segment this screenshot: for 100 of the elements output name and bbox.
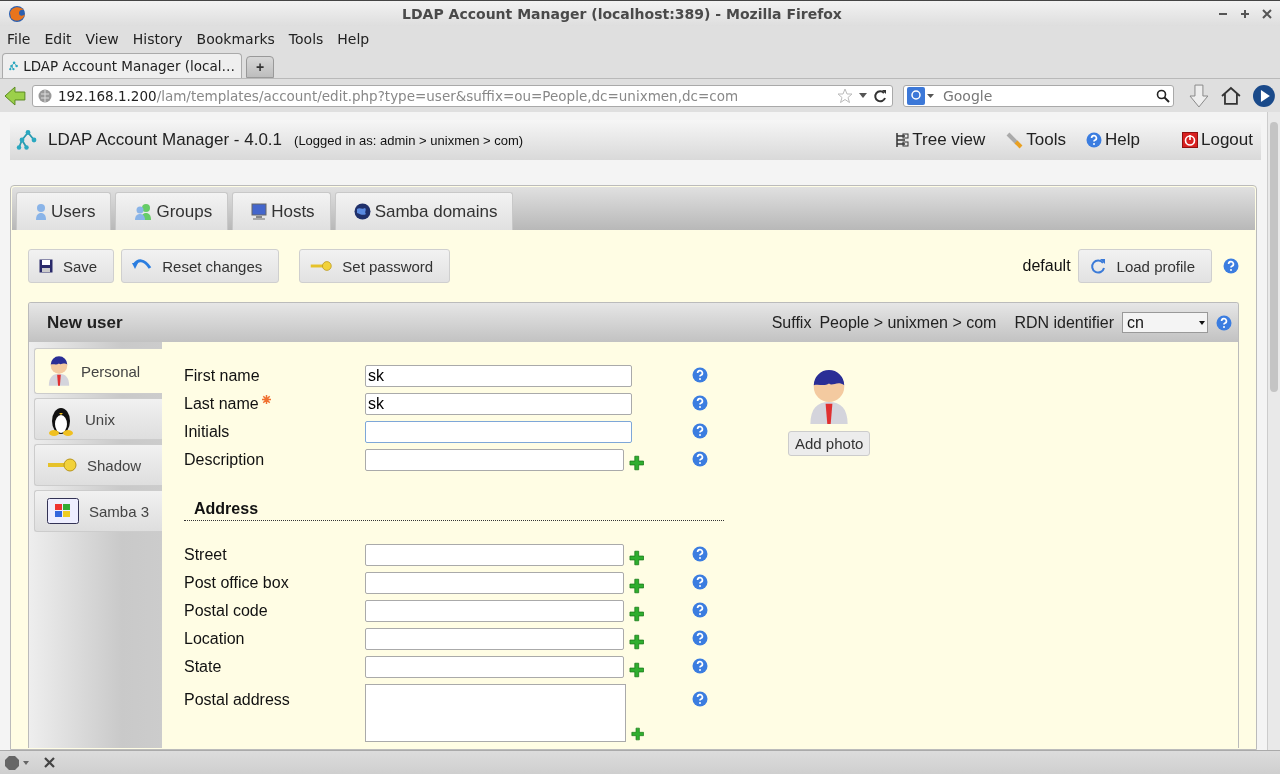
rdn-select[interactable]: cn — [1122, 312, 1208, 333]
search-input[interactable]: Google — [940, 86, 1151, 105]
browser-logo-icon — [8, 4, 26, 23]
field-label: Postal address — [184, 690, 291, 709]
help-icon[interactable] — [692, 451, 708, 467]
rdn-label: RDN identifier — [1014, 313, 1114, 332]
menu-item[interactable]: Tools — [288, 30, 324, 47]
menu-item[interactable]: Edit — [44, 30, 72, 47]
action-button[interactable]: Set password — [299, 249, 451, 283]
add-photo-button[interactable]: Add photo — [788, 431, 871, 456]
add-icon[interactable] — [628, 606, 644, 622]
field-label: Last name — [184, 390, 365, 413]
reload-icon — [1088, 257, 1107, 275]
help-icon[interactable] — [692, 602, 708, 618]
key-icon — [47, 458, 77, 472]
text-field[interactable]: sk — [365, 393, 632, 415]
add-icon[interactable] — [628, 455, 644, 471]
help-icon[interactable] — [692, 546, 708, 562]
menu-item[interactable]: File — [7, 30, 31, 47]
type-tab[interactable]: Users — [16, 192, 112, 230]
search-engine-icon[interactable] — [906, 86, 935, 105]
browser-tab[interactable]: LDAP Account Manager (local… — [2, 53, 242, 78]
windows-logo-icon — [47, 498, 79, 524]
field-label: Postal code — [184, 601, 269, 620]
load-profile-button[interactable]: Load profile — [1077, 249, 1212, 283]
scrollbar[interactable] — [1267, 112, 1280, 750]
key-icon — [310, 259, 333, 273]
help-icon[interactable] — [692, 630, 708, 646]
type-tab[interactable]: Hosts — [232, 192, 331, 230]
close-icon[interactable] — [44, 757, 55, 768]
section-heading: Address — [184, 500, 724, 521]
window-title: LDAP Account Manager (localhost:389) - Mozilla Firefox — [401, 5, 843, 22]
help-icon[interactable] — [692, 658, 708, 674]
text-field[interactable] — [365, 656, 624, 678]
help-icon[interactable] — [692, 423, 708, 439]
tree-icon — [895, 132, 910, 148]
user-icon — [47, 355, 71, 387]
dropdown-caret-icon — [1199, 320, 1205, 325]
search-field[interactable]: Google — [902, 84, 1175, 107]
text-field[interactable]: sk — [365, 365, 632, 387]
back-arrow-icon[interactable] — [4, 85, 26, 106]
action-button[interactable]: Save — [28, 249, 115, 283]
type-tab[interactable]: Samba domains — [334, 192, 514, 230]
action-button[interactable]: Reset changes — [121, 249, 280, 283]
header-link[interactable]: Tree view — [895, 130, 986, 150]
text-field[interactable] — [365, 449, 624, 471]
group-icon — [134, 202, 153, 221]
field-label: Location — [184, 629, 246, 648]
computer-icon — [251, 202, 268, 221]
home-icon[interactable] — [1220, 85, 1243, 106]
menu-item[interactable]: History — [132, 30, 183, 47]
help-icon[interactable] — [692, 367, 708, 383]
text-field[interactable] — [365, 572, 624, 594]
star-icon[interactable] — [836, 87, 853, 104]
module-tab[interactable]: Shadow — [34, 444, 162, 486]
reload-icon[interactable] — [872, 88, 887, 103]
field-label: State — [184, 657, 223, 676]
text-field[interactable] — [365, 544, 624, 566]
new-tab-button[interactable]: + — [246, 56, 274, 78]
menu-item[interactable]: Bookmarks — [196, 30, 275, 47]
close-icon[interactable] — [1262, 8, 1272, 19]
text-field[interactable] — [365, 600, 624, 622]
globe-icon — [353, 203, 371, 220]
menu-item[interactable]: View — [85, 30, 119, 47]
text-field[interactable] — [365, 628, 624, 650]
help-icon[interactable] — [692, 574, 708, 590]
maximize-icon[interactable] — [1240, 8, 1250, 19]
power-icon — [1182, 132, 1198, 148]
dropdown-caret-icon[interactable] — [858, 92, 867, 99]
text-field[interactable] — [365, 421, 632, 443]
add-icon[interactable] — [628, 662, 644, 678]
text-area[interactable] — [365, 684, 626, 742]
field-label: Description — [184, 450, 266, 469]
module-tab[interactable]: Personal — [34, 348, 162, 394]
field-label: Street — [184, 545, 228, 564]
panel-title: New user — [47, 312, 124, 333]
add-icon[interactable] — [628, 550, 644, 566]
header-link[interactable]: Help — [1086, 130, 1140, 150]
header-link[interactable]: Logout — [1182, 130, 1253, 150]
module-tab[interactable]: Unix — [34, 398, 162, 440]
profile-name: default — [1022, 257, 1071, 275]
search-icon[interactable] — [1156, 88, 1171, 103]
help-icon[interactable] — [1216, 314, 1232, 331]
app-title: LDAP Account Manager - 4.0.1 — [48, 130, 283, 150]
add-icon[interactable] — [628, 578, 644, 594]
add-icon[interactable] — [630, 726, 644, 742]
type-tab[interactable]: Groups — [115, 192, 229, 230]
play-button-icon[interactable] — [1252, 83, 1276, 108]
address-field[interactable]: 192.168.1.200/lam/templates/account/edit.php?type=user&suffix=ou=People,dc=unixmen,dc=com — [31, 84, 893, 107]
help-icon[interactable] — [692, 395, 708, 411]
help-icon[interactable] — [1086, 132, 1103, 148]
globe-icon — [37, 88, 52, 103]
header-link[interactable]: Tools — [1005, 130, 1067, 150]
user-icon — [35, 202, 47, 221]
add-icon[interactable] — [628, 634, 644, 650]
menu-item[interactable]: Help — [337, 30, 370, 47]
download-arrow-icon[interactable] — [1188, 83, 1211, 108]
module-tab[interactable]: Samba 3 — [34, 490, 162, 532]
help-icon[interactable] — [1223, 258, 1239, 274]
help-icon[interactable] — [692, 691, 708, 707]
